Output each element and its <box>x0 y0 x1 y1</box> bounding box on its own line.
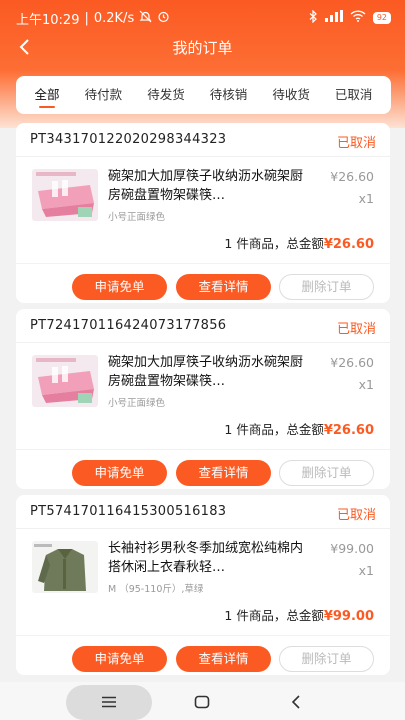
product-name[interactable]: 长袖衬衫男秋冬季加绒宽松纯棉内搭休闲上衣春秋轻… <box>108 539 308 577</box>
nav-bar: 我的订单 <box>0 32 405 62</box>
divider <box>16 263 390 264</box>
order-number: PT574170116415300516183 <box>30 504 227 519</box>
page-title: 我的订单 <box>172 38 233 57</box>
order-summary: 1 件商品，总金额 ¥26.60 <box>224 233 374 252</box>
tab-pending-payment[interactable]: 待付款 <box>83 76 125 114</box>
view-details-button[interactable]: 查看详情 <box>176 460 271 486</box>
order-total: ¥26.60 <box>323 423 374 438</box>
apply-free-order-button[interactable]: 申请免单 <box>72 274 167 300</box>
status-separator: | <box>84 10 89 26</box>
summary-text: 1 件商品，总金额 <box>224 422 324 437</box>
divider <box>16 449 390 450</box>
order-total: ¥99.00 <box>323 609 374 624</box>
order-card: PT343170122020298344323 已取消 碗架加大加厚筷子收纳沥水… <box>16 123 390 303</box>
delete-order-button[interactable]: 删除订单 <box>279 460 374 486</box>
order-status: 已取消 <box>336 322 376 337</box>
chevron-left-icon <box>19 39 29 55</box>
delete-order-button[interactable]: 删除订单 <box>279 274 374 300</box>
wifi-icon <box>350 10 366 26</box>
apply-free-order-button[interactable]: 申请免单 <box>72 460 167 486</box>
signal-icon <box>324 10 343 26</box>
home-icon <box>194 695 210 709</box>
summary-text: 1 件商品，总金额 <box>224 236 324 251</box>
product-quantity: x1 <box>358 191 374 206</box>
divider <box>16 635 390 636</box>
product-price: ¥26.60 <box>330 169 374 184</box>
product-quantity: x1 <box>358 563 374 578</box>
product-price: ¥26.60 <box>330 355 374 370</box>
product-image[interactable] <box>32 355 98 407</box>
order-number: PT724170116424073177856 <box>30 318 227 333</box>
tab-pending-shipment[interactable]: 待发货 <box>145 76 187 114</box>
menu-icon <box>102 696 116 708</box>
order-card-header: PT343170122020298344323 已取消 <box>16 123 390 157</box>
system-nav-bar <box>0 684 405 720</box>
product-quantity: x1 <box>358 377 374 392</box>
product-spec: 小号正面绿色 <box>108 212 166 223</box>
order-status: 已取消 <box>336 508 376 523</box>
order-card: PT574170116415300516183 已取消 长袖衬衫男秋冬季加绒宽松… <box>16 495 390 675</box>
order-summary: 1 件商品，总金额 ¥99.00 <box>224 605 374 624</box>
order-card: PT724170116424073177856 已取消 碗架加大加厚筷子收纳沥水… <box>16 309 390 489</box>
home-button[interactable] <box>190 690 214 714</box>
order-card-header: PT574170116415300516183 已取消 <box>16 495 390 529</box>
bluetooth-icon <box>309 9 318 27</box>
product-spec: 小号正面绿色 <box>108 398 166 409</box>
order-total: ¥26.60 <box>323 237 374 252</box>
view-details-button[interactable]: 查看详情 <box>176 274 271 300</box>
status-bar: 上午10:29 | 0.2K/s 92 <box>0 0 405 36</box>
menu-button[interactable] <box>97 690 121 714</box>
summary-text: 1 件商品，总金额 <box>224 608 324 623</box>
tab-pending-verification[interactable]: 待核销 <box>208 76 250 114</box>
order-summary: 1 件商品，总金额 ¥26.60 <box>224 419 374 438</box>
order-status: 已取消 <box>336 136 376 151</box>
status-time: 上午10:29 <box>16 12 80 28</box>
view-details-button[interactable]: 查看详情 <box>176 646 271 672</box>
status-speed: 0.2K/s <box>93 10 135 26</box>
mute-icon <box>139 10 152 27</box>
product-name[interactable]: 碗架加大加厚筷子收纳沥水碗架厨房碗盘置物架碟筷… <box>108 353 308 391</box>
product-spec: M （95-110斤）,草绿 <box>108 584 204 595</box>
order-card-header: PT724170116424073177856 已取消 <box>16 309 390 343</box>
back-button[interactable] <box>12 35 36 59</box>
apply-free-order-button[interactable]: 申请免单 <box>72 646 167 672</box>
delete-order-button[interactable]: 删除订单 <box>279 646 374 672</box>
product-name[interactable]: 碗架加大加厚筷子收纳沥水碗架厨房碗盘置物架碟筷… <box>108 167 308 205</box>
product-image[interactable] <box>32 541 98 593</box>
back-system-button[interactable] <box>284 690 308 714</box>
chevron-left-icon <box>291 695 300 709</box>
tab-cancelled[interactable]: 已取消 <box>333 76 375 114</box>
tab-all[interactable]: 全部 <box>33 76 62 114</box>
order-tabs: 全部 待付款 待发货 待核销 待收货 已取消 <box>16 76 391 114</box>
alarm-icon <box>157 10 170 27</box>
order-number: PT343170122020298344323 <box>30 132 227 147</box>
tab-pending-receipt[interactable]: 待收货 <box>270 76 312 114</box>
product-image[interactable] <box>32 169 98 221</box>
battery-icon: 92 <box>372 12 391 24</box>
product-price: ¥99.00 <box>330 541 374 556</box>
